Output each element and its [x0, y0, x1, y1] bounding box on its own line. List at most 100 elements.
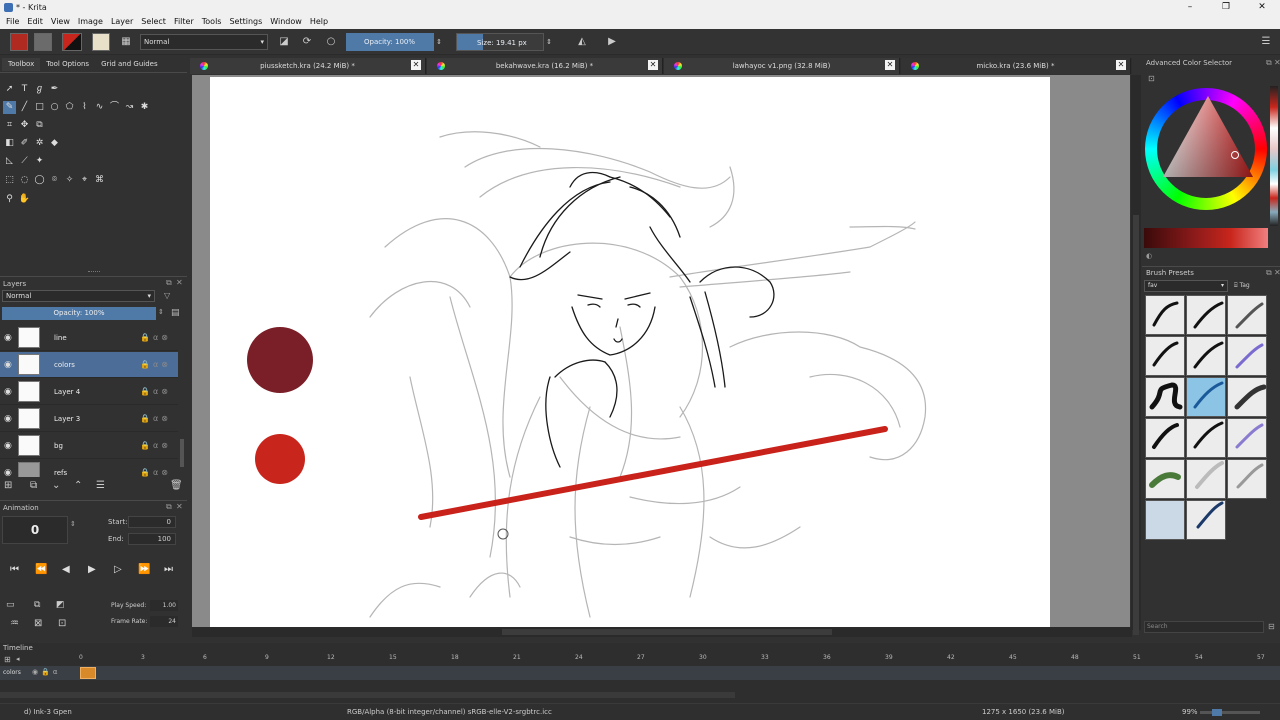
crop-tool-icon[interactable]: ⌗ — [3, 119, 16, 132]
hue-ring[interactable] — [1145, 88, 1267, 210]
fill-tool-icon[interactable]: ◆ — [48, 137, 61, 150]
opacity-stepper[interactable]: ⇕ — [434, 34, 444, 50]
close-button[interactable]: ✕ — [1244, 0, 1280, 15]
opacity-slider[interactable]: Opacity: 100% — [346, 33, 434, 51]
preset-ink-brush[interactable] — [1145, 418, 1185, 458]
pattern-icon[interactable] — [34, 33, 52, 51]
panel-close-icon[interactable]: ✕ — [1274, 268, 1280, 277]
auto-keyframe-icon[interactable]: ⊠ — [34, 618, 42, 629]
layer-list-scrollbar[interactable] — [180, 439, 184, 467]
eye-icon[interactable]: ◉ — [4, 468, 12, 477]
previous-frame-icon[interactable]: ◀ — [62, 564, 70, 575]
layer-colors[interactable]: ◉ colors 🔒α⊗ — [0, 352, 178, 378]
text-tool-icon[interactable]: T — [18, 83, 31, 96]
add-layer-icon[interactable]: ⊞ — [4, 480, 12, 491]
first-frame-icon[interactable]: ⏮ — [10, 564, 19, 575]
layer-bg[interactable]: ◉ bg 🔒α⊗ — [0, 433, 178, 459]
eye-icon[interactable]: ◉ — [4, 441, 12, 451]
bezier-tool-icon[interactable]: ∿ — [93, 101, 106, 114]
magnetic-select-icon[interactable]: ⌘ — [93, 174, 106, 187]
freehand-select-icon[interactable]: ◯ — [33, 174, 46, 187]
edit-shapes-icon[interactable]: ℊ — [33, 83, 46, 96]
last-frame-icon[interactable]: ⏭ — [164, 564, 173, 575]
panel-close-icon[interactable]: ✕ — [1274, 58, 1280, 67]
move-layer-down-icon[interactable]: ⌄ — [52, 480, 60, 491]
start-frame-input[interactable]: 0 — [128, 516, 176, 528]
eye-icon[interactable]: ◉ — [4, 333, 12, 343]
close-tab-icon[interactable]: ✕ — [411, 60, 421, 70]
preset-brush-ink[interactable] — [1145, 377, 1185, 417]
layer-controls[interactable]: 🔒α⊗ — [140, 333, 171, 342]
dynamic-brush-icon[interactable]: ↝ — [123, 101, 136, 114]
doc-tab-bekahwave[interactable]: bekahwave.kra (16.2 MiB) * ✕ — [427, 58, 663, 74]
close-tab-icon[interactable]: ✕ — [1116, 60, 1126, 70]
panel-float-icon[interactable]: ⧉ — [166, 502, 172, 512]
ellipse-select-icon[interactable]: ◌ — [18, 174, 31, 187]
mirror-horizontal-icon[interactable]: ◭ — [574, 34, 590, 50]
frame-stepper[interactable]: ⇕ — [70, 520, 76, 528]
menu-layer[interactable]: Layer — [107, 15, 137, 29]
mirror-vertical-icon[interactable]: ▶ — [604, 34, 620, 50]
canvas-horizontal-scrollbar[interactable] — [192, 627, 1132, 637]
preset-ink-pen[interactable] — [1145, 295, 1185, 335]
previous-keyframe-icon[interactable]: ⏪ — [35, 564, 47, 575]
transform-tool-icon[interactable]: ⧉ — [33, 119, 46, 132]
eraser-icon[interactable]: ◪ — [276, 34, 292, 50]
canvas-vertical-scrollbar[interactable] — [1131, 75, 1141, 635]
preset-pencil[interactable] — [1227, 295, 1267, 335]
doc-tab-piussketch[interactable]: piussketch.kra (24.2 MiB) * ✕ — [190, 58, 426, 74]
eye-icon[interactable]: ◉ — [4, 360, 12, 370]
maximize-button[interactable]: ❐ — [1208, 0, 1244, 15]
layer-layer-3[interactable]: ◉ Layer 3 🔒α⊗ — [0, 406, 178, 432]
polyline-tool-icon[interactable]: ⌇ — [78, 101, 91, 114]
menu-select[interactable]: Select — [137, 15, 170, 29]
color-picker-icon[interactable]: ✐ — [18, 137, 31, 150]
preset-texture-green[interactable] — [1145, 459, 1185, 499]
timeline-scrollbar[interactable] — [0, 692, 735, 698]
layer-controls[interactable]: 🔒α⊗ — [140, 441, 171, 450]
color-selector-settings-icon[interactable]: ⊡ — [1148, 74, 1155, 83]
preset-options-icon[interactable]: ⊟ — [1268, 622, 1275, 631]
menu-filter[interactable]: Filter — [170, 15, 198, 29]
preset-search-input[interactable]: Search — [1144, 621, 1264, 633]
track-controls[interactable]: ◉🔒α — [32, 668, 60, 676]
current-frame-field[interactable]: 0 — [2, 516, 68, 544]
layer-controls[interactable]: 🔒α⊗ — [140, 360, 171, 369]
tab-toolbox[interactable]: Toolbox — [2, 58, 41, 71]
contiguous-select-icon[interactable]: ⌾ — [48, 174, 61, 187]
shade-selector[interactable] — [1144, 228, 1268, 248]
color-history-strip[interactable] — [1270, 86, 1278, 226]
menu-tools[interactable]: Tools — [198, 15, 226, 29]
smart-patch-icon[interactable]: ✲ — [33, 137, 46, 150]
reference-tool-icon[interactable]: ✦ — [33, 155, 46, 168]
layer-properties-icon[interactable]: ☰ — [96, 480, 105, 491]
size-slider[interactable]: Size: 19.41 px — [456, 33, 544, 51]
layer-filter-icon[interactable]: ▽ — [164, 291, 170, 300]
bezier-select-icon[interactable]: ⌖ — [78, 174, 91, 187]
menu-image[interactable]: Image — [74, 15, 107, 29]
layer-line[interactable]: ◉ line 🔒α⊗ — [0, 325, 178, 351]
multibrush-icon[interactable]: ✱ — [138, 101, 151, 114]
measure-tool-icon[interactable]: ⟋ — [18, 155, 31, 168]
next-keyframe-icon[interactable]: ⏩ — [138, 564, 150, 575]
rectangle-tool-icon[interactable]: □ — [33, 101, 46, 114]
polygon-tool-icon[interactable]: ⬠ — [63, 101, 76, 114]
layer-layer-4[interactable]: ◉ Layer 4 🔒α⊗ — [0, 379, 178, 405]
preset-purple-brush[interactable] — [1227, 336, 1267, 376]
layer-refs[interactable]: ◉ refs 🔒α⊗ — [0, 460, 178, 477]
shade-settings-icon[interactable]: ◐ — [1146, 252, 1152, 260]
current-frame-marker[interactable] — [80, 667, 96, 679]
move-tool-icon[interactable]: ✥ — [18, 119, 31, 132]
duplicate-layer-icon[interactable]: ⧉ — [30, 480, 37, 491]
line-tool-icon[interactable]: ╱ — [18, 101, 31, 114]
layer-controls[interactable]: 🔒α⊗ — [140, 387, 171, 396]
layer-blend-mode-dropdown[interactable]: Normal ▾ — [2, 290, 155, 302]
select-shapes-icon[interactable]: ➚ — [3, 83, 16, 96]
menu-edit[interactable]: Edit — [23, 15, 47, 29]
panel-close-icon[interactable]: ✕ — [176, 278, 183, 287]
panel-close-icon[interactable]: ✕ — [176, 502, 183, 511]
ellipse-tool-icon[interactable]: ○ — [48, 101, 61, 114]
tag-button[interactable]: ⌸ Tag — [1234, 282, 1250, 290]
zoom-slider[interactable] — [1200, 709, 1260, 716]
reload-preset-icon[interactable]: ⟳ — [299, 34, 315, 50]
